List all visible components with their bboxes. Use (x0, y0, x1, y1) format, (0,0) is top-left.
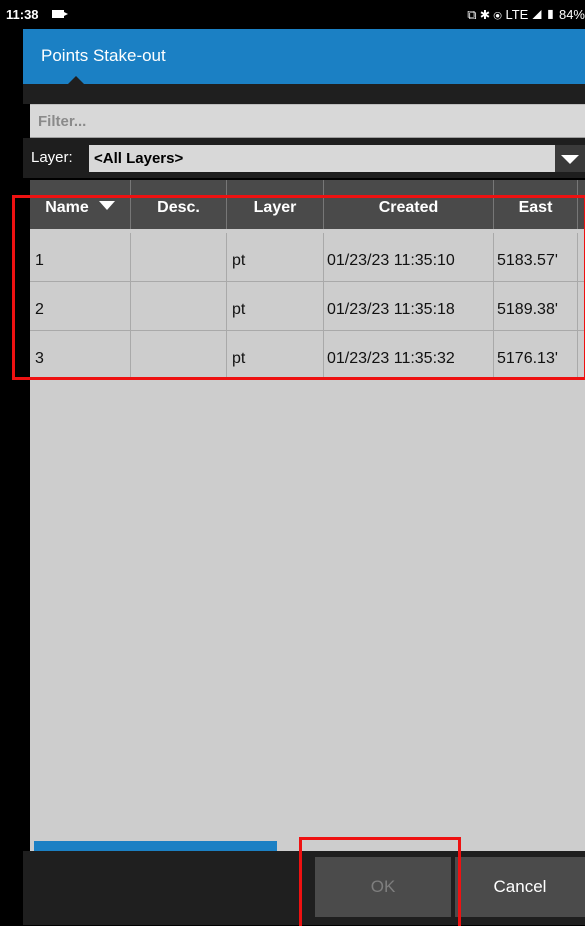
layer-select[interactable]: <All Layers> (89, 145, 569, 172)
status-bar: 11:38 ⧉ ✱ ⦿ LTE ◢ ▮ 84% (0, 0, 585, 29)
camera-icon (52, 10, 68, 18)
divider (23, 84, 585, 104)
highlight-box-rows (12, 195, 585, 380)
scrollbar-thumb[interactable] (34, 841, 277, 851)
filter-input[interactable]: Filter... (30, 104, 585, 138)
chevron-down-icon[interactable] (555, 145, 585, 172)
layer-row: Layer: <All Layers> (23, 138, 585, 178)
highlight-box-ok (299, 837, 461, 926)
app-bar: Points Stake-out (23, 29, 585, 85)
status-indicators: ⧉ ✱ ⦿ LTE ◢ ▮ 84% (467, 7, 585, 22)
page-title: Points Stake-out (41, 46, 166, 65)
layer-label: Layer: (31, 149, 73, 166)
clock: 11:38 (6, 7, 39, 22)
layer-select-value: <All Layers> (94, 150, 184, 167)
cancel-button[interactable]: Cancel (455, 857, 585, 917)
filter-placeholder: Filter... (38, 113, 87, 130)
